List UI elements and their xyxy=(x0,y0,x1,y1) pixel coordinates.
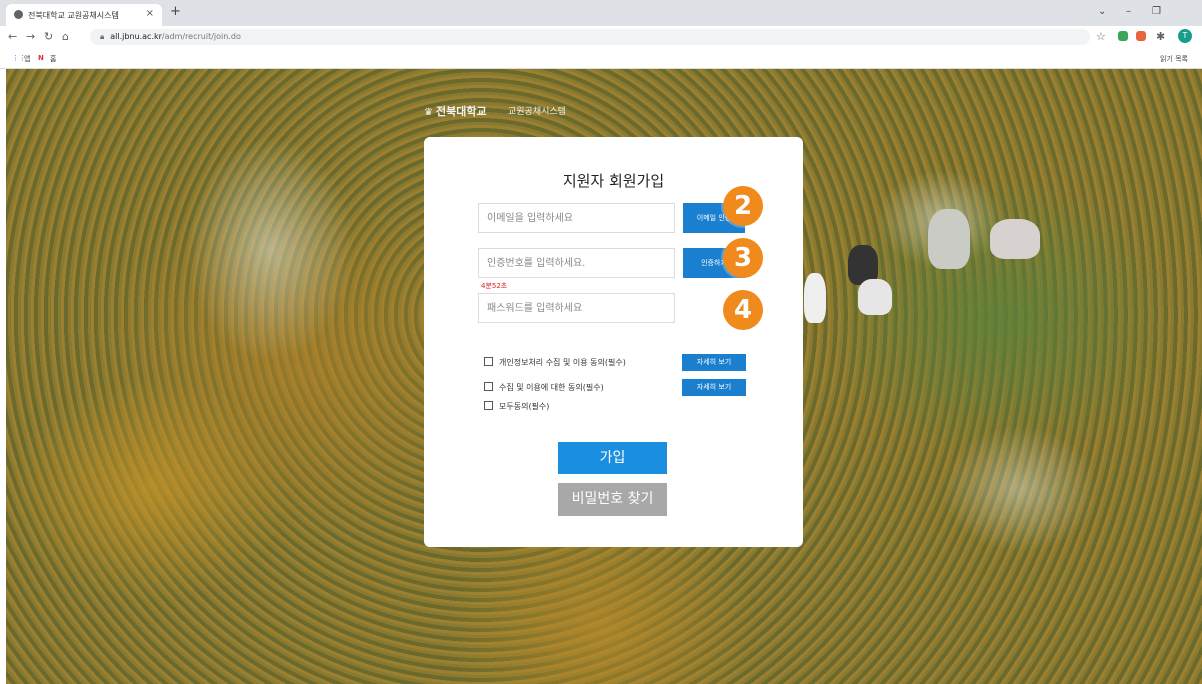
verification-code-field[interactable] xyxy=(478,248,675,278)
bookmarks-bar: ⋮⋮ 앱 N 홈 읽기 목록 xyxy=(0,48,1202,69)
person-figure xyxy=(928,209,970,269)
person-figure xyxy=(804,273,826,323)
privacy-consent-label: 개인정보처리 수집 및 이용 동의(필수) xyxy=(499,358,626,367)
globe-icon xyxy=(14,10,23,19)
agree-all-row[interactable]: 모두동의(필수) xyxy=(484,401,549,412)
bookmark-home[interactable]: 홈 xyxy=(50,54,56,64)
url-path: /adm/recruit/join.do xyxy=(161,32,241,41)
browser-tab[interactable]: 전북대학교 교원공채시스템 × xyxy=(6,4,162,26)
email-field[interactable] xyxy=(478,203,675,233)
browser-tab-bar: 전북대학교 교원공채시스템 × + ⌄ – ❐ xyxy=(0,0,1202,26)
agree-all-label: 모두동의(필수) xyxy=(499,402,550,411)
extension-icon-1[interactable] xyxy=(1118,31,1128,41)
extensions-puzzle-icon[interactable]: ✱ xyxy=(1156,30,1165,43)
forward-icon[interactable]: → xyxy=(26,30,35,43)
url-field[interactable]: 🔒︎ all.jbnu.ac.kr/adm/recruit/join.do xyxy=(90,29,1090,45)
usage-consent-row[interactable]: 수집 및 이용에 대한 동의(필수) xyxy=(484,382,604,393)
bookmark-apps[interactable]: 앱 xyxy=(24,54,30,64)
tab-search-icon[interactable]: ⌄ xyxy=(1098,6,1106,17)
bookmark-star-icon[interactable]: ☆ xyxy=(1096,30,1106,43)
privacy-detail-button[interactable]: 자세히 보기 xyxy=(682,354,746,371)
tab-title: 전북대학교 교원공채시스템 xyxy=(28,11,119,20)
emblem-icon: ♛ xyxy=(424,107,433,118)
left-edge-strip xyxy=(0,69,6,684)
usage-consent-label: 수집 및 이용에 대한 동의(필수) xyxy=(499,383,604,392)
step-marker-3: 3 xyxy=(723,238,763,278)
address-bar-row: ← → ↻ ⌂ 🔒︎ all.jbnu.ac.kr/adm/recruit/joi… xyxy=(0,26,1202,48)
person-figure xyxy=(858,279,892,315)
privacy-consent-checkbox[interactable] xyxy=(484,357,493,366)
home-icon[interactable]: ⌂ xyxy=(62,30,69,43)
profile-avatar[interactable]: T xyxy=(1178,29,1192,43)
new-tab-button[interactable]: + xyxy=(170,4,181,19)
agree-all-checkbox[interactable] xyxy=(484,401,493,410)
university-logo[interactable]: ♛ 전북대학교 xyxy=(424,103,487,119)
reading-list-button[interactable]: 읽기 목록 xyxy=(1160,54,1188,64)
step-marker-2: 2 xyxy=(723,186,763,226)
extension-icon-2[interactable] xyxy=(1136,31,1146,41)
system-subtitle: 교원공채시스템 xyxy=(508,107,566,117)
find-password-button[interactable]: 비밀번호 찾기 xyxy=(558,483,667,516)
reload-icon[interactable]: ↻ xyxy=(44,30,53,43)
tab-close-icon[interactable]: × xyxy=(146,8,154,19)
url-host: all.jbnu.ac.kr xyxy=(110,32,162,41)
countdown-timer: 4분52초 xyxy=(481,282,508,290)
lock-icon: 🔒︎ xyxy=(100,32,105,41)
privacy-consent-row[interactable]: 개인정보처리 수집 및 이용 동의(필수) xyxy=(484,357,626,368)
person-figure xyxy=(990,219,1040,259)
usage-detail-button[interactable]: 자세히 보기 xyxy=(682,379,746,396)
bookmark-n[interactable]: N xyxy=(38,54,44,62)
back-icon[interactable]: ← xyxy=(8,30,17,43)
join-button[interactable]: 가입 xyxy=(558,442,667,474)
password-field[interactable] xyxy=(478,293,675,323)
usage-consent-checkbox[interactable] xyxy=(484,382,493,391)
restore-icon[interactable]: ❐ xyxy=(1152,6,1161,17)
step-marker-4: 4 xyxy=(723,290,763,330)
minimize-icon[interactable]: – xyxy=(1126,6,1131,17)
logo-text: 전북대학교 xyxy=(435,105,487,118)
